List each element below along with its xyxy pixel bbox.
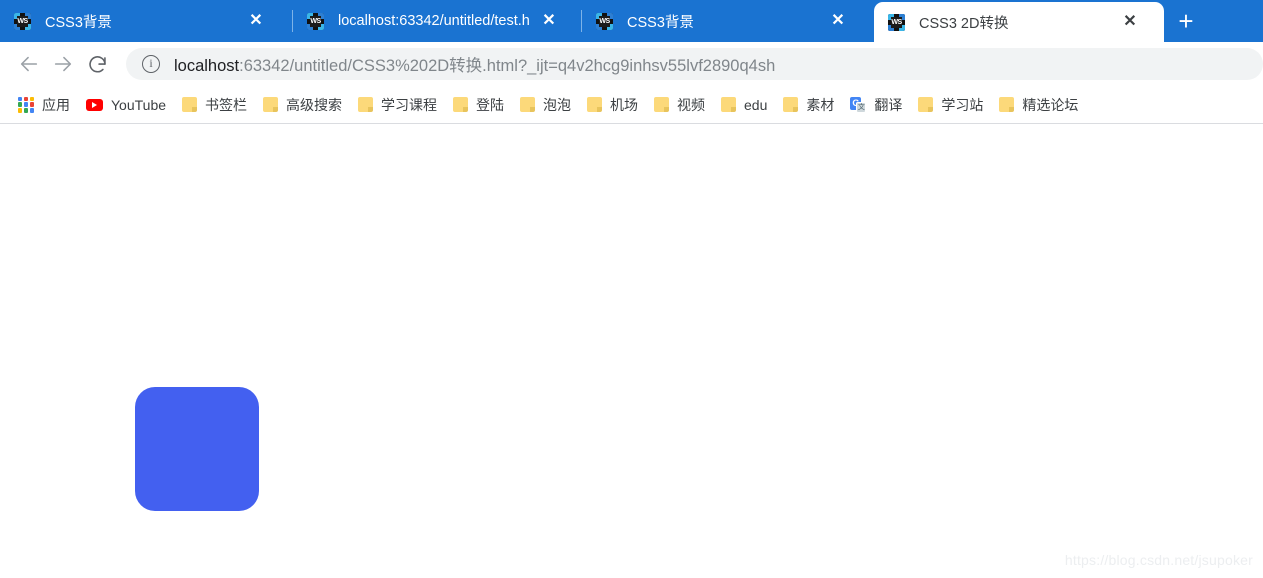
folder-icon xyxy=(263,97,279,112)
url-text: localhost:63342/untitled/CSS3%202D转换.htm… xyxy=(174,52,775,76)
browser-tab-strip: WS CSS3背景 ✕ WS localhost:63342/untitled/… xyxy=(0,0,1263,42)
close-icon[interactable]: ✕ xyxy=(241,13,271,29)
bookmark-label: edu xyxy=(744,96,768,113)
tab-title: CSS3背景 xyxy=(627,14,694,31)
folder-icon xyxy=(721,97,737,112)
browser-toolbar: i localhost:63342/untitled/CSS3%202D转换.h… xyxy=(0,42,1263,86)
bookmark-folder-4[interactable]: 学习课程 xyxy=(350,92,445,118)
bookmark-folder-7[interactable]: 机场 xyxy=(579,92,646,118)
bookmark-label: 机场 xyxy=(610,96,639,113)
folder-icon xyxy=(520,97,536,112)
url-path: :63342/untitled/CSS3%202D转换.html?_ijt=q4… xyxy=(239,57,776,75)
folder-icon xyxy=(999,97,1015,112)
bookmark-youtube[interactable]: YouTube xyxy=(78,94,174,116)
bookmark-label: 学习站 xyxy=(941,96,984,113)
address-bar[interactable]: i localhost:63342/untitled/CSS3%202D转换.h… xyxy=(126,48,1263,80)
bookmark-label: 高级搜索 xyxy=(286,96,343,113)
tab-title: CSS3 2D转换 xyxy=(919,15,1009,32)
bookmark-label: 翻译 xyxy=(874,96,903,113)
close-icon[interactable]: ✕ xyxy=(1115,14,1145,30)
folder-icon xyxy=(358,97,374,112)
bookmark-folder-5[interactable]: 登陆 xyxy=(445,92,512,118)
info-icon[interactable]: i xyxy=(142,55,160,73)
webstorm-icon: WS xyxy=(888,13,905,31)
bookmark-translate[interactable]: G文 翻译 xyxy=(842,92,910,118)
webstorm-icon: WS xyxy=(596,12,613,30)
bookmark-label: 书签栏 xyxy=(205,96,248,113)
folder-icon xyxy=(918,97,934,112)
tab-title: CSS3背景 xyxy=(45,14,112,31)
watermark-text: https://blog.csdn.net/jsupoker xyxy=(1064,552,1253,568)
close-icon[interactable]: ✕ xyxy=(823,13,853,29)
youtube-icon xyxy=(86,98,103,111)
bookmark-folder-6[interactable]: 泡泡 xyxy=(512,92,579,118)
bookmark-label: 泡泡 xyxy=(543,96,572,113)
css-transform-demo-box xyxy=(135,387,259,511)
bookmark-folder-3[interactable]: 高级搜索 xyxy=(255,92,350,118)
browser-tab-4-active[interactable]: WS CSS3 2D转换 ✕ xyxy=(874,2,1164,42)
bookmark-folder-12[interactable]: 学习站 xyxy=(910,92,991,118)
webstorm-icon: WS xyxy=(307,12,324,30)
bookmarks-bar: 应用 YouTube 书签栏 高级搜索 学习课程 登陆 泡泡 机场 视频 edu xyxy=(0,86,1263,124)
bookmark-label: 素材 xyxy=(806,96,835,113)
reload-icon[interactable] xyxy=(80,47,114,81)
url-host: localhost xyxy=(174,57,240,75)
browser-tab-2[interactable]: WS localhost:63342/untitled/test.h ✕ xyxy=(293,0,581,42)
folder-icon xyxy=(182,97,198,112)
bookmark-label: YouTube xyxy=(111,96,167,113)
new-tab-button[interactable]: + xyxy=(1164,0,1208,42)
bookmark-label: 应用 xyxy=(42,96,70,113)
webstorm-icon: WS xyxy=(14,12,31,30)
forward-arrow-icon[interactable] xyxy=(46,47,80,81)
folder-icon xyxy=(783,97,799,112)
close-icon[interactable]: ✕ xyxy=(534,13,564,29)
back-arrow-icon[interactable] xyxy=(12,47,46,81)
folder-icon xyxy=(587,97,603,112)
page-content-area: https://blog.csdn.net/jsupoker xyxy=(0,124,1263,578)
bookmark-folder-10[interactable]: 素材 xyxy=(775,92,842,118)
folder-icon xyxy=(453,97,469,112)
bookmark-folder-8[interactable]: 视频 xyxy=(646,92,713,118)
bookmark-folder-2[interactable]: 书签栏 xyxy=(174,92,255,118)
bookmark-label: 登陆 xyxy=(476,96,505,113)
tab-title: localhost:63342/untitled/test.h xyxy=(338,13,530,29)
folder-icon xyxy=(654,97,670,112)
google-translate-icon: G文 xyxy=(850,96,867,113)
browser-tab-3[interactable]: WS CSS3背景 ✕ xyxy=(582,0,874,42)
bookmark-label: 精选论坛 xyxy=(1022,96,1079,113)
bookmark-apps[interactable]: 应用 xyxy=(10,92,78,118)
browser-tab-1[interactable]: WS CSS3背景 ✕ xyxy=(0,0,292,42)
apps-grid-icon xyxy=(18,96,34,113)
bookmark-folder-13[interactable]: 精选论坛 xyxy=(991,92,1086,118)
bookmark-label: 视频 xyxy=(677,96,706,113)
bookmark-label: 学习课程 xyxy=(381,96,438,113)
bookmark-folder-9[interactable]: edu xyxy=(713,94,775,116)
